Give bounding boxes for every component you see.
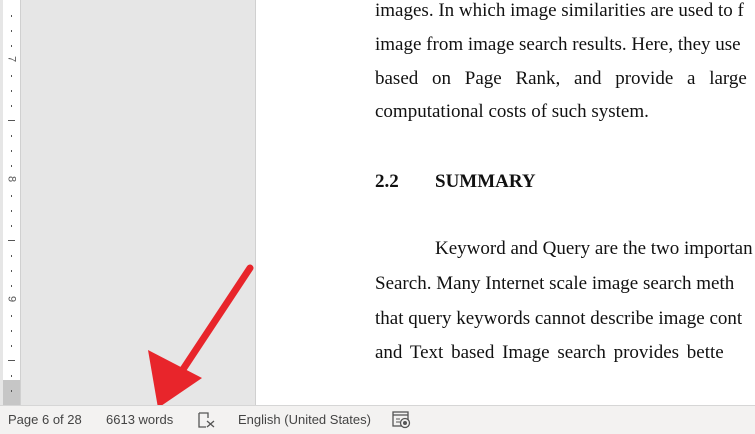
status-bar: Page 6 of 28 6613 words English (United …: [0, 405, 755, 434]
page-count[interactable]: Page 6 of 28: [8, 412, 82, 427]
proofing-error-icon[interactable]: [198, 412, 216, 428]
language[interactable]: English (United States): [238, 412, 371, 427]
focus-mode-icon[interactable]: [392, 411, 412, 429]
red-arrow-annotation: [148, 264, 254, 408]
word-count[interactable]: 6613 words: [106, 412, 173, 427]
